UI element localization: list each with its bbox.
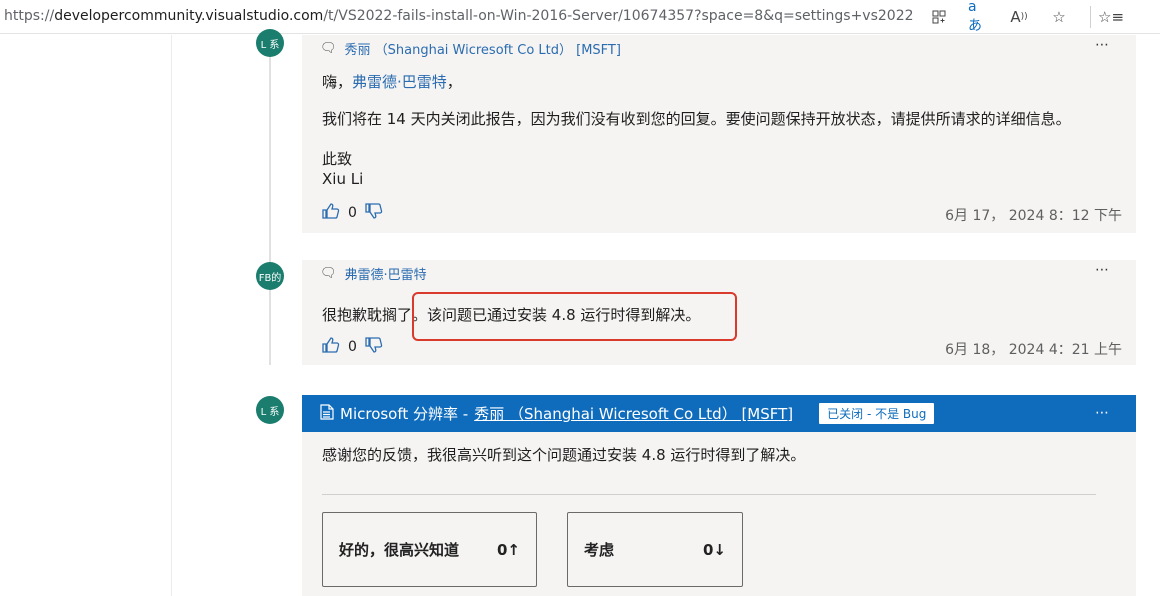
resolution-panel: 感谢您的反馈，我很高兴听到这个问题通过安装 4.8 运行时得到了解决。 好的，很… [302,432,1136,596]
mention-link[interactable]: 弗雷德·巴雷特 [352,73,447,91]
more-options-icon[interactable]: ⋯ [1095,37,1110,53]
comment-sign-off: 此致 [322,150,353,168]
vote-count: 0 [348,205,357,221]
choice-count: 0↓ [702,540,726,559]
comment-card: 🗨 秀丽 （Shanghai Wicresoft Co Ltd） [MSFT] … [302,35,1136,233]
comments-thread: L 系 🗨 秀丽 （Shanghai Wicresoft Co Ltd） [MS… [172,29,1160,596]
avatar[interactable]: L 系 [256,29,284,57]
greeting-prefix: 嗨， [322,73,353,91]
divider [322,494,1096,495]
url-path: /t/VS2022-fails-install-on-Win-2016-Serv… [323,8,914,24]
translate-icon[interactable]: aあ [968,0,990,34]
feedback-choice-good[interactable]: 好的，很高兴知道 0↑ [322,512,537,587]
timeline-line [269,35,271,365]
favorites-list-icon[interactable]: ☆≡ [1098,6,1124,28]
more-options-icon[interactable]: ⋯ [1095,405,1110,421]
comment-author[interactable]: 弗雷德·巴雷特 [345,264,427,283]
thumbs-down-icon[interactable] [365,203,383,223]
comment-body: 我们将在 14 天内关闭此报告，因为我们没有收到您的回复。要使问题保持开放状态，… [322,110,1071,128]
comment-timestamp[interactable]: 6月 17， 2024 8：12 下午 [945,205,1122,225]
comment-icon: 🗨 [320,265,337,281]
url-field[interactable]: https://developercommunity.visualstudio.… [4,8,914,24]
apps-icon[interactable] [928,6,950,28]
left-column [0,35,172,596]
vote-bar: 0 [322,203,383,223]
comment-author[interactable]: 秀丽 （Shanghai Wicresoft Co Ltd） [MSFT] [345,39,621,58]
comment-icon: 🗨 [320,40,337,56]
thumbs-up-icon[interactable] [322,203,340,223]
resolution-prefix: Microsoft 分辨率 - [340,405,469,423]
vote-count: 0 [348,339,357,355]
comment-greeting: 嗨，弗雷德·巴雷特， [322,71,462,92]
toolbar-divider [1090,6,1091,28]
url-host: developercommunity.visualstudio.com [54,8,324,24]
comment-header: 🗨 弗雷德·巴雷特 [320,260,427,286]
avatar[interactable]: FB的 [256,262,284,290]
resolution-body: 感谢您的反馈，我很高兴听到这个问题通过安装 4.8 运行时得到了解决。 [322,446,806,464]
comment-timestamp[interactable]: 6月 18， 2024 4：21 上午 [945,339,1122,359]
choice-label: 考虑 [584,541,615,559]
read-aloud-icon[interactable]: A)) [1008,6,1030,28]
document-icon [320,403,334,424]
more-options-icon[interactable]: ⋯ [1095,262,1110,278]
vote-bar: 0 [322,337,383,357]
resolution-author[interactable]: 秀丽 （Shanghai Wicresoft Co Ltd） [MSFT] [474,403,793,424]
avatar[interactable]: L 系 [256,396,284,424]
choice-count: 0↑ [496,540,520,559]
status-badge: 已关闭 - 不是 Bug [819,403,935,424]
feedback-choice-consider[interactable]: 考虑 0↓ [567,512,743,587]
comment-header: 🗨 秀丽 （Shanghai Wicresoft Co Ltd） [MSFT] [320,35,621,61]
page: L 系 🗨 秀丽 （Shanghai Wicresoft Co Ltd） [MS… [0,29,1160,596]
comment-signature: Xiu Li [322,170,364,188]
favorite-star-icon[interactable]: ☆ [1048,6,1070,28]
url-prefix: https:// [4,8,55,24]
choice-label: 好的，很高兴知道 [339,541,460,559]
greeting-suffix: ， [446,73,462,91]
highlight-annotation [412,292,737,341]
thumbs-up-icon[interactable] [322,337,340,357]
resolution-header: Microsoft 分辨率 - 秀丽 （Shanghai Wicresoft C… [302,395,1136,432]
browser-address-bar: https://developercommunity.visualstudio.… [0,0,1160,34]
thumbs-down-icon[interactable] [365,337,383,357]
